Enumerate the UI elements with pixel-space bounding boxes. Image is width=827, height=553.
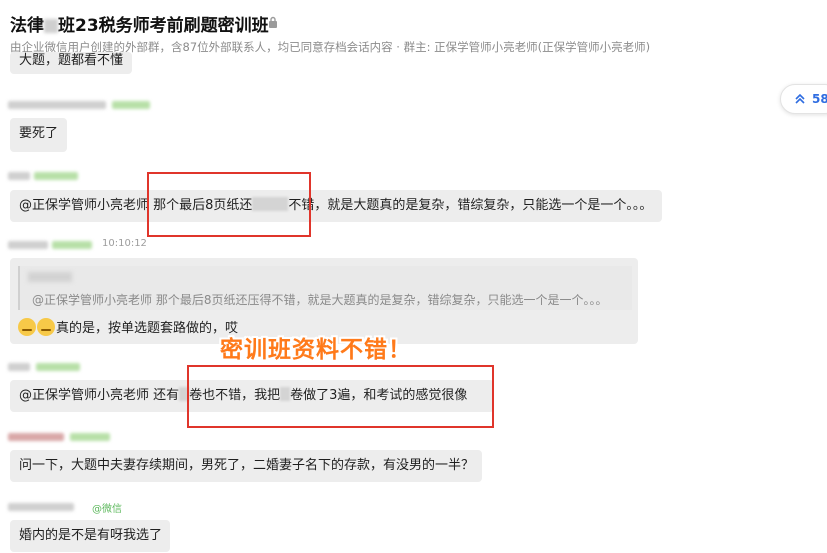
highlight-box: [187, 365, 494, 428]
sender-name: [8, 430, 118, 444]
overlay-annotation: 密训班资料不错！: [220, 337, 412, 363]
scroll-to-new-messages-button[interactable]: 58: [780, 84, 827, 114]
message-bubble[interactable]: 问一下，大题中夫妻存续期间，男死了，二婚妻子名下的存款，有没男的一半？: [10, 450, 482, 482]
double-chevron-up-icon: [795, 93, 805, 104]
redacted-text: [44, 19, 58, 33]
message-text: 问一下，大题中夫妻存续期间，男死了，二婚妻子名下的存款，有没男的一半？: [19, 458, 475, 473]
sender-name: [8, 169, 88, 183]
message-text: 不错，就是大题真的是复杂，错综复杂，只能选一个是一个。。。: [288, 198, 653, 213]
sender-tag: @微信: [92, 504, 122, 515]
sender-name: [8, 98, 158, 112]
sender-name: [8, 360, 88, 374]
lock-icon: [269, 16, 277, 28]
sender-name: @微信: [8, 500, 128, 515]
message-text: 真的是，按单选题套路做的，哎: [56, 321, 239, 336]
emoji-icon: [18, 318, 36, 336]
message-bubble[interactable]: @正保学管师小亮老师 那个最后8页纸还 不错，就是大题真的是复杂，错综复杂，只能选…: [10, 190, 662, 222]
highlight-box: [147, 172, 311, 237]
emoji-icon: [37, 318, 55, 336]
message-text: @正保学管师小亮老师 还有: [19, 388, 180, 403]
message-text: 要死了: [19, 126, 59, 141]
message-bubble[interactable]: 大题，题都看不懂: [10, 52, 133, 74]
message-text: 婚内的是不是有呀我选了: [19, 528, 163, 543]
message-text: 大题，题都看不懂: [19, 53, 124, 68]
reply-line: 真的是，按单选题套路做的，哎: [18, 318, 238, 338]
chat-title: 法律 班23税务师考前刷题密训班: [10, 16, 269, 36]
message-bubble[interactable]: 婚内的是不是有呀我选了: [10, 520, 170, 552]
quoted-text: @正保学管师小亮老师 那个最后8页纸还压得不错，就是大题真的是复杂，错综复杂，只…: [32, 293, 608, 307]
message-bubble[interactable]: 要死了: [10, 118, 68, 152]
sender-name: 10:10:12: [8, 238, 208, 252]
new-message-count: 58: [812, 92, 827, 106]
message-timestamp: 10:10:12: [102, 238, 147, 249]
